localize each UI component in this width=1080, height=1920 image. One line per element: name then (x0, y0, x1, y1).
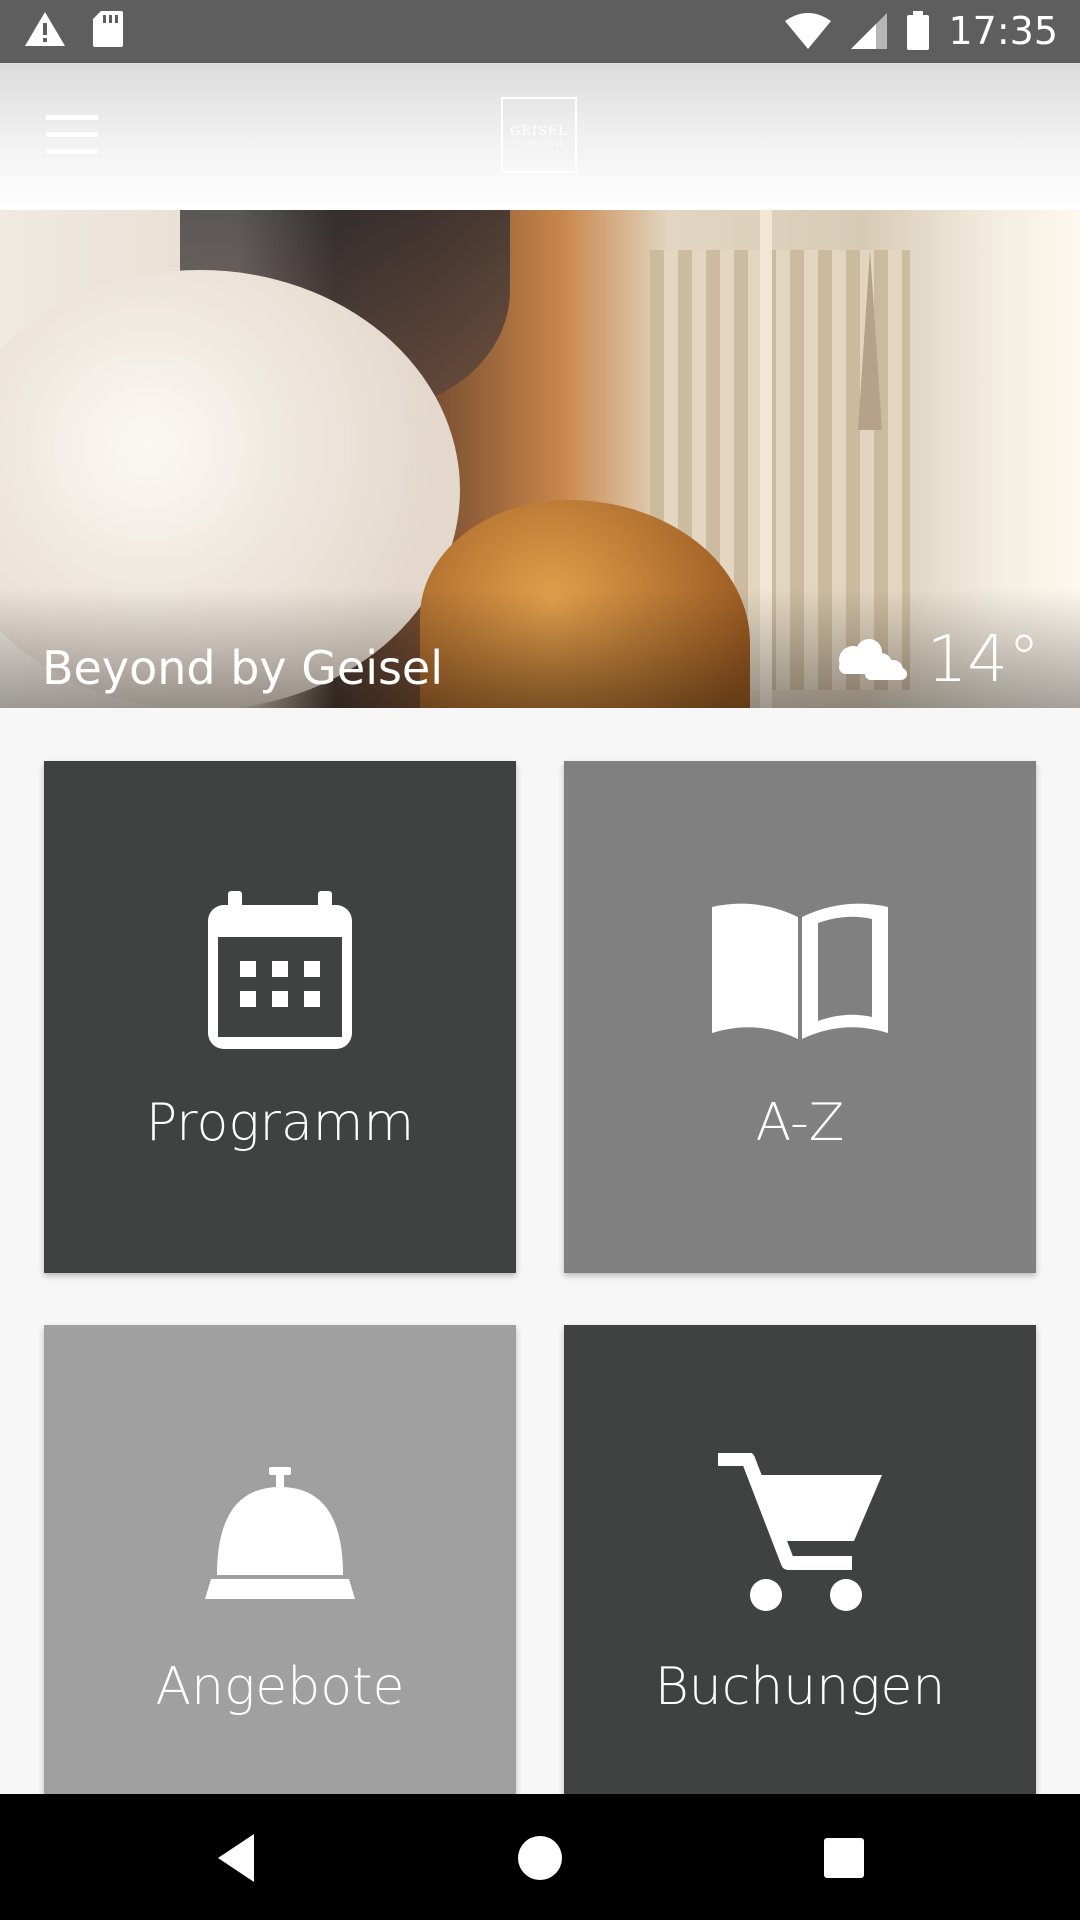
battery-icon (907, 11, 930, 50)
temperature: 14° (926, 623, 1040, 697)
shopping-cart-icon (718, 1453, 882, 1611)
service-bell-icon (205, 1467, 355, 1599)
logo-text: GEISEL (509, 123, 569, 139)
status-bar: 17:35 (0, 0, 1080, 63)
tile-buchungen[interactable]: Buchungen (564, 1325, 1036, 1825)
tile-angebote[interactable]: Angebote (44, 1325, 516, 1825)
cloudy-icon (838, 639, 907, 680)
tile-programm[interactable]: Programm (44, 761, 516, 1273)
hamburger-menu-icon[interactable] (46, 115, 98, 155)
status-time: 17:35 (948, 9, 1058, 53)
recents-icon[interactable] (814, 1828, 874, 1888)
signal-icon (851, 13, 888, 49)
hotel-logo: GEISEL PRIVATHOTELS (501, 97, 577, 173)
warning-icon (25, 12, 65, 46)
system-nav-bar (0, 1794, 1080, 1920)
app-header: GEISEL PRIVATHOTELS (0, 63, 1080, 210)
home-icon[interactable] (510, 1828, 570, 1888)
weather-widget: 14° (831, 620, 1040, 700)
calendar-icon (208, 891, 352, 1049)
tile-label-angebote: Angebote (155, 1657, 405, 1717)
tile-label-programm: Programm (145, 1093, 415, 1153)
tile-label-buchungen: Buchungen (654, 1657, 946, 1717)
tile-label-az: A-Z (755, 1093, 845, 1153)
open-book-icon (712, 903, 888, 1039)
logo-subtext: PRIVATHOTELS (514, 140, 564, 147)
tile-az[interactable]: A-Z (564, 761, 1036, 1273)
wifi-icon (785, 13, 832, 49)
hotel-title: Beyond by Geisel (42, 641, 444, 695)
sd-card-icon (93, 11, 123, 47)
back-icon[interactable] (206, 1828, 266, 1888)
